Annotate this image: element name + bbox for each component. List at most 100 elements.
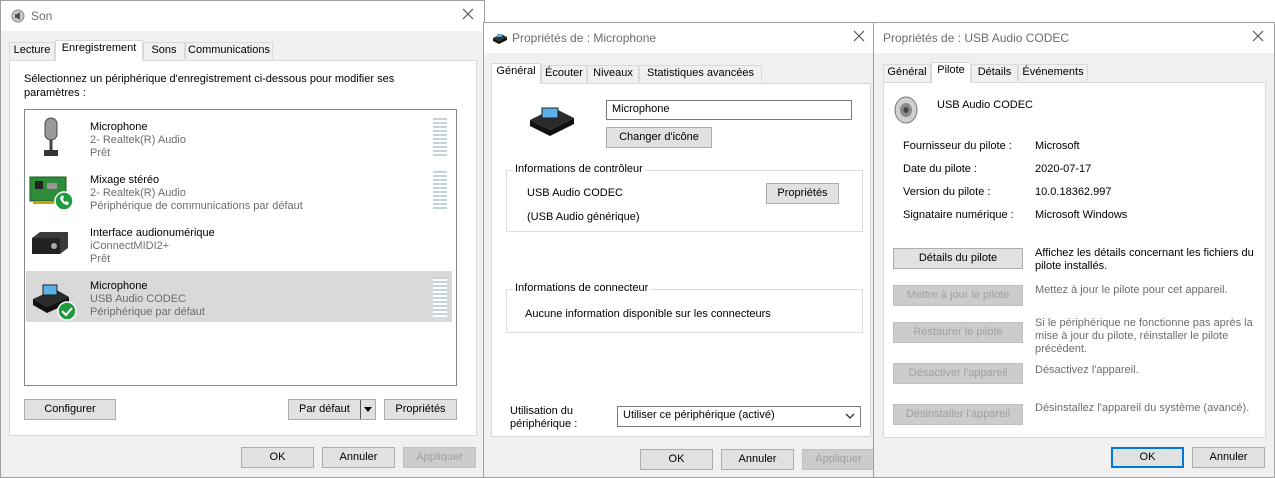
usb-codec-properties-dialog: Propriétés de : USB Audio CODEC Général …: [873, 22, 1275, 478]
cancel-button[interactable]: Annuler: [1192, 447, 1265, 468]
driver-provider-value: Microsoft: [1035, 140, 1080, 152]
device-status: Périphérique de communications par défau…: [90, 200, 303, 212]
apply-button[interactable]: Appliquer: [403, 447, 476, 468]
device-name: Mixage stéréo: [90, 174, 160, 186]
usage-label-line2: périphérique :: [510, 418, 578, 430]
speaker-app-icon: [11, 9, 25, 23]
configure-button[interactable]: Configurer: [24, 399, 116, 420]
device-name-value: Microphone: [612, 103, 670, 115]
microphone-icon: [36, 116, 66, 163]
device-driver: 2- Realtek(R) Audio: [90, 187, 186, 199]
driver-version-value: 10.0.18362.997: [1035, 186, 1112, 198]
list-item[interactable]: Mixage stéréo 2- Realtek(R) Audio Périph…: [26, 165, 452, 216]
tab-evenements[interactable]: Événements: [1018, 64, 1088, 81]
sound-card-icon: [29, 171, 74, 214]
window-title: Propriétés de : Microphone: [512, 31, 657, 45]
close-icon[interactable]: [460, 6, 476, 22]
cancel-button[interactable]: Annuler: [721, 449, 794, 470]
dropdown-arrow-icon[interactable]: [360, 400, 375, 419]
driver-details-description: Affichez les détails concernant les fich…: [1035, 247, 1254, 272]
phone-title-icon: [492, 32, 508, 47]
ok-button[interactable]: OK: [1111, 447, 1184, 468]
tab-details[interactable]: Détails: [971, 64, 1018, 81]
list-item-selected[interactable]: Microphone USB Audio CODEC Périphérique …: [26, 271, 452, 322]
driver-date-value: 2020-07-17: [1035, 163, 1092, 175]
window-title: Son: [31, 9, 53, 23]
device-list[interactable]: Microphone 2- Realtek(R) Audio Prêt Mixa…: [24, 109, 457, 386]
device-name: USB Audio CODEC: [937, 99, 1033, 111]
tab-pilote[interactable]: Pilote: [931, 62, 971, 83]
title-bar[interactable]: Propriétés de : USB Audio CODEC: [874, 23, 1274, 53]
driver-date-label: Date du pilote :: [903, 163, 977, 175]
tab-general[interactable]: Général: [883, 64, 931, 81]
instruction-text: Sélectionnez un périphérique d'enregistr…: [24, 73, 395, 99]
ok-button[interactable]: OK: [640, 449, 713, 470]
sound-dialog: Son Lecture Enregistrement Sons Communic…: [0, 0, 485, 478]
list-item[interactable]: Microphone 2- Realtek(R) Audio Prêt: [26, 112, 452, 163]
disable-device-button[interactable]: Désactiver l'appareil: [893, 363, 1023, 384]
tab-communications[interactable]: Communications: [185, 42, 273, 59]
level-meter: [433, 277, 447, 317]
device-name-field[interactable]: Microphone: [606, 100, 852, 120]
title-bar[interactable]: Propriétés de : Microphone: [484, 23, 875, 53]
usage-label-line1: Utilisation du: [510, 405, 573, 417]
device-status: Prêt: [90, 253, 111, 265]
phone-microphone-icon: [29, 277, 77, 324]
uninstall-device-description: Désinstallez l'appareil du système (avan…: [1035, 402, 1250, 414]
device-name: Microphone: [90, 280, 148, 292]
digital-signer-label: Signataire numérique :: [903, 209, 1014, 221]
level-meter: [433, 171, 447, 211]
device-driver: USB Audio CODEC: [90, 293, 186, 305]
cancel-button[interactable]: Annuler: [322, 447, 395, 468]
usage-select-value: Utiliser ce périphérique (activé): [623, 409, 775, 421]
driver-details-button[interactable]: Détails du pilote: [893, 248, 1023, 269]
close-icon[interactable]: [1250, 28, 1266, 44]
connector-info-group: Informations de connecteur Aucune inform…: [506, 282, 863, 333]
controller-info-label: Informations de contrôleur: [513, 163, 645, 175]
window-title: Propriétés de : USB Audio CODEC: [883, 31, 1070, 45]
tab-sons[interactable]: Sons: [143, 42, 185, 59]
general-panel: Microphone Changer d'icône Informations …: [491, 83, 871, 437]
microphone-properties-dialog: Propriétés de : Microphone Général Écout…: [483, 22, 876, 478]
uninstall-device-button[interactable]: Désinstaller l'appareil: [893, 404, 1023, 425]
chevron-down-icon: [844, 410, 856, 425]
phone-microphone-icon: [528, 102, 578, 143]
tab-statistiques-avancees[interactable]: Statistiques avancées: [639, 65, 762, 82]
device-name: Microphone: [90, 121, 148, 133]
controller-type: (USB Audio générique): [527, 211, 640, 223]
ok-button[interactable]: OK: [241, 447, 314, 468]
audio-interface-icon: [30, 230, 70, 261]
change-icon-button[interactable]: Changer d'icône: [606, 127, 712, 148]
rollback-driver-button[interactable]: Restaurer le pilote: [893, 322, 1023, 343]
tab-niveaux[interactable]: Niveaux: [587, 65, 639, 82]
rollback-driver-description: Si le périphérique ne fonctionne pas apr…: [1035, 317, 1253, 355]
default-button-label: Par défaut: [299, 403, 350, 415]
tab-general[interactable]: Général: [491, 63, 541, 84]
device-status: Périphérique par défaut: [90, 306, 205, 318]
default-button[interactable]: Par défaut: [288, 399, 376, 420]
controller-info-group: Informations de contrôleur USB Audio COD…: [506, 163, 863, 232]
level-meter: [433, 118, 447, 158]
update-driver-description: Mettez à jour le pilote pour cet apparei…: [1035, 284, 1228, 296]
close-icon[interactable]: [851, 28, 867, 44]
recording-panel: Sélectionnez un périphérique d'enregistr…: [9, 60, 477, 436]
controller-properties-button[interactable]: Propriétés: [766, 183, 839, 204]
tab-lecture[interactable]: Lecture: [9, 42, 55, 59]
tab-enregistrement[interactable]: Enregistrement: [55, 40, 143, 61]
device-name: Interface audionumérique: [90, 227, 215, 239]
title-bar[interactable]: Son: [1, 1, 484, 31]
driver-panel: USB Audio CODEC Fournisseur du pilote : …: [883, 82, 1266, 438]
digital-signer-value: Microsoft Windows: [1035, 209, 1128, 221]
speaker-icon: [892, 95, 920, 128]
device-status: Prêt: [90, 147, 111, 159]
update-driver-button[interactable]: Mettre à jour le pilote: [893, 285, 1023, 306]
tab-ecouter[interactable]: Écouter: [541, 65, 587, 82]
apply-button[interactable]: Appliquer: [802, 449, 875, 470]
connector-info-text: Aucune information disponible sur les co…: [525, 308, 771, 320]
usage-select[interactable]: Utiliser ce périphérique (activé): [617, 406, 861, 427]
driver-provider-label: Fournisseur du pilote :: [903, 140, 1012, 152]
disable-device-description: Désactivez l'appareil.: [1035, 364, 1139, 376]
driver-version-label: Version du pilote :: [903, 186, 991, 198]
list-item[interactable]: Interface audionumérique iConnectMIDI2+ …: [26, 218, 452, 269]
properties-button[interactable]: Propriétés: [384, 399, 457, 420]
